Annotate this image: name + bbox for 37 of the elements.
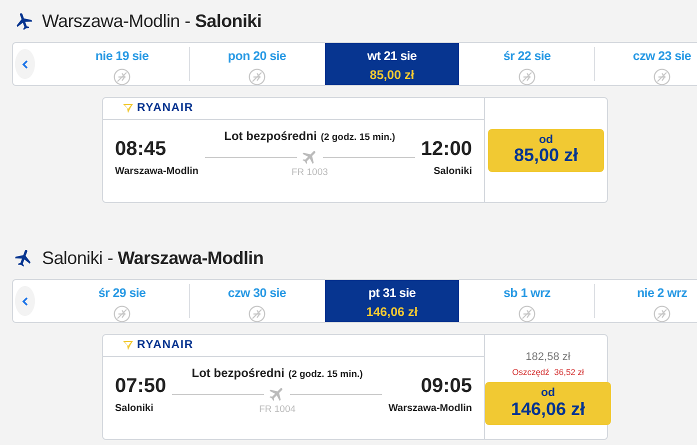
- no-flight-icon: [113, 304, 131, 322]
- price-button[interactable]: od 146,06 zł: [485, 382, 611, 425]
- no-flight-icon: [248, 304, 266, 322]
- arrival-city: Warszawa-Modlin: [388, 402, 472, 416]
- arrival-city: Saloniki: [432, 165, 472, 179]
- saving-text: Oszczędź 36,52 zł: [512, 366, 584, 379]
- flight-number: FR 1004: [259, 403, 296, 417]
- flight-type: Lot bezpośredni: [192, 366, 284, 380]
- departure-time: 08:45: [115, 138, 168, 160]
- airline-logo: RYANAIR: [137, 100, 194, 116]
- departure-time: 07:50: [115, 375, 166, 397]
- no-flight-icon: [248, 68, 266, 85]
- date-tab[interactable]: wt 21 sie 85,00 zł: [325, 43, 459, 85]
- flight-duration: (2 godz. 15 min.): [320, 132, 396, 143]
- arrival-time: 12:00: [420, 138, 472, 160]
- chevron-left-icon: [22, 296, 28, 306]
- old-price: 182,58 zł: [526, 350, 570, 366]
- airline-logo: RYANAIR: [137, 338, 194, 353]
- route-title: Saloniki - Warszawa-Modlin: [42, 246, 264, 270]
- flight-duration: (2 godz. 15 min.): [288, 369, 363, 380]
- plane-icon: [14, 11, 34, 31]
- flight-number: FR 1003: [291, 166, 328, 180]
- no-flight-icon: [113, 68, 131, 85]
- price-button[interactable]: od 85,00 zł: [488, 128, 604, 172]
- arrival-time: 09:05: [420, 375, 472, 397]
- flight-type: Lot bezpośredni: [224, 129, 317, 143]
- previous-dates-button[interactable]: [15, 286, 35, 316]
- departure-city: Saloniki: [115, 402, 154, 416]
- route-title: Warszawa-Modlin - Saloniki: [42, 10, 262, 32]
- chevron-left-icon: [22, 60, 28, 68]
- date-tab[interactable]: pt 31 sie 146,06 zł: [325, 280, 459, 322]
- departure-city: Warszawa-Modlin: [115, 165, 199, 179]
- no-flight-icon: [518, 68, 536, 85]
- previous-dates-button[interactable]: [15, 49, 35, 79]
- no-flight-icon: [653, 68, 671, 85]
- no-flight-icon: [653, 304, 671, 322]
- no-flight-icon: [518, 304, 536, 322]
